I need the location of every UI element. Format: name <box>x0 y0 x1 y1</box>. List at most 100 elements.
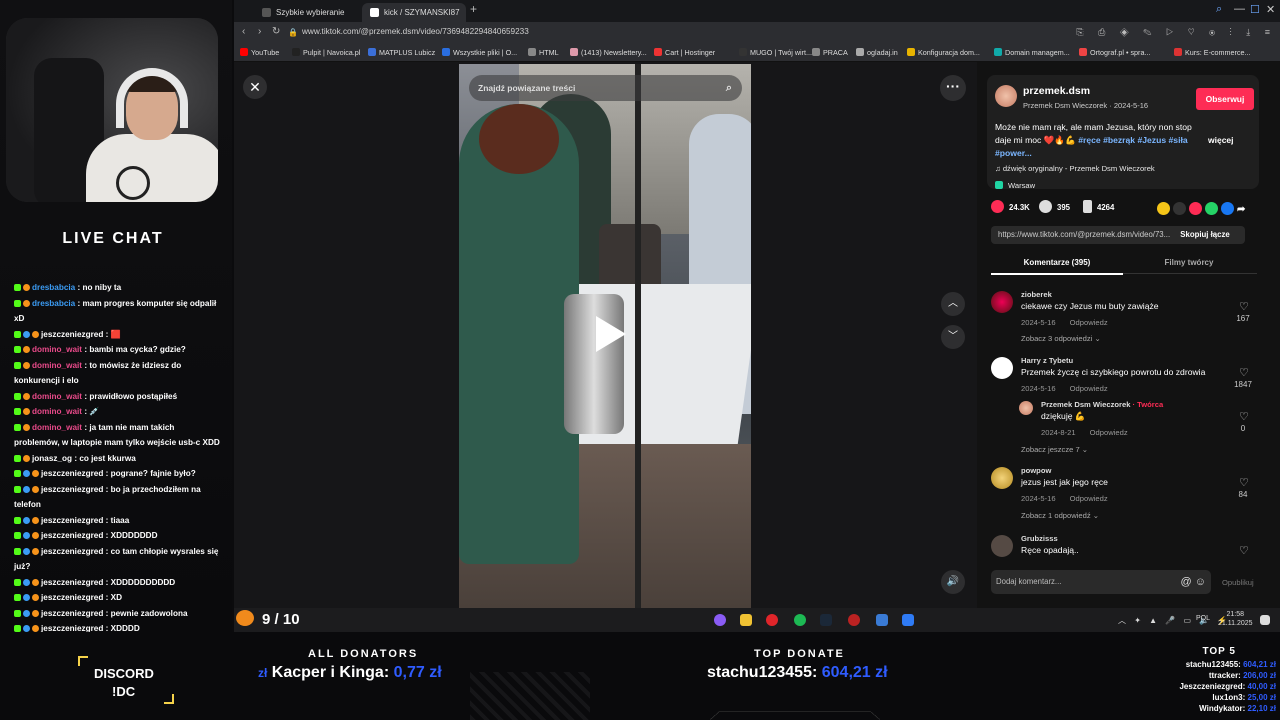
system-tray-icons[interactable]: ︿ ✦ ▲ 🎤 ▭ 🔈 ⚡ <box>1118 615 1230 626</box>
chat-username[interactable]: jeszczeniezgred <box>41 609 103 618</box>
bookmark-item[interactable]: Wszystkie pliki | O... <box>442 48 517 57</box>
comment-stat[interactable]: 395 <box>1039 200 1070 216</box>
bookmark-item[interactable]: ogladaj.in <box>856 48 898 57</box>
reply-link[interactable]: Odpowiedz <box>1070 318 1108 327</box>
author-avatar[interactable] <box>995 85 1017 107</box>
previous-video-button[interactable]: ︿ <box>941 292 965 316</box>
chat-username[interactable]: jeszczeniezgred <box>41 578 103 587</box>
chat-username[interactable]: jonasz_og <box>32 454 72 463</box>
play-icon[interactable] <box>596 316 626 352</box>
avatar[interactable] <box>991 291 1013 313</box>
chat-username[interactable]: jeszczeniezgred <box>41 516 103 525</box>
chat-username[interactable]: dresbabcia <box>32 283 75 292</box>
reply-link[interactable]: Odpowiedz <box>1070 384 1108 393</box>
whatsapp-icon[interactable] <box>1205 202 1218 216</box>
url-field[interactable]: www.tiktok.com/@przemek.dsm/video/736948… <box>302 27 529 36</box>
copy-link-button[interactable]: Skopiuj łącze <box>1167 226 1243 244</box>
coin-icon[interactable] <box>1157 202 1170 216</box>
follow-button[interactable]: Obserwuj <box>1196 88 1254 110</box>
reload-icon[interactable]: ↻ <box>272 26 280 37</box>
bookmark-item[interactable]: MUGO | Twój wirt... <box>739 48 812 57</box>
share-arrow-icon[interactable]: ➦ <box>1237 202 1245 215</box>
search-tabs-icon[interactable]: ⌕ <box>1216 3 1222 16</box>
tab-creator-videos[interactable]: Filmy twórcy <box>1123 258 1255 267</box>
obs-icon[interactable] <box>848 614 860 626</box>
tab-comments[interactable]: Komentarze (395) <box>991 258 1123 267</box>
grid-app-icon[interactable] <box>902 614 914 626</box>
send-icon[interactable] <box>1189 202 1202 216</box>
bookmark-item[interactable]: Cart | Hostinger <box>654 48 715 57</box>
related-search-input[interactable]: Znajdź powiązane treści ⌕ <box>469 75 742 101</box>
next-video-button[interactable]: ﹀ <box>941 325 965 349</box>
forward-icon[interactable]: › <box>258 26 261 37</box>
chat-username[interactable]: jeszczeniezgred <box>41 330 103 339</box>
avatar[interactable] <box>1019 401 1033 415</box>
chat-username[interactable]: domino_wait <box>32 345 82 354</box>
chat-username[interactable]: jeszczeniezgred <box>41 485 103 494</box>
view-replies-link[interactable]: Zobacz 3 odpowiedzi ⌄ <box>1021 334 1101 343</box>
reply-link[interactable]: Odpowiedz <box>1090 428 1128 437</box>
chat-username[interactable]: domino_wait <box>32 407 82 416</box>
mention-emoji-icons[interactable]: @ ☺ <box>1181 570 1206 594</box>
spotify-icon[interactable] <box>794 614 806 626</box>
bookmark-item[interactable]: MATPLUS Lubicz <box>368 48 435 57</box>
chat-username[interactable]: domino_wait <box>32 392 82 401</box>
bookmark-item[interactable]: YouTube <box>240 48 279 57</box>
like-stat[interactable]: 24.3K <box>991 200 1030 216</box>
comment-input[interactable]: Dodaj komentarz... @ ☺ <box>991 570 1211 594</box>
bookmark-item[interactable]: Domain managem... <box>994 48 1070 57</box>
sound-label[interactable]: ♫ dźwięk oryginalny - Przemek Dsm Wieczo… <box>995 164 1155 173</box>
steam-icon[interactable] <box>820 614 832 626</box>
volume-button[interactable]: 🔊 <box>941 570 965 594</box>
chat-username[interactable]: jeszczeniezgred <box>41 593 103 602</box>
post-link-field[interactable]: https://www.tiktok.com/@przemek.dsm/vide… <box>991 226 1245 244</box>
bookmark-item[interactable]: HTML <box>528 48 559 57</box>
more-options-button[interactable]: ··· <box>940 75 966 101</box>
close-video-button[interactable]: ✕ <box>243 75 267 99</box>
bookmark-item[interactable]: Kurs: E-commerce... <box>1174 48 1251 57</box>
maximize-icon[interactable]: ☐ <box>1250 3 1260 16</box>
embed-icon[interactable] <box>1173 202 1186 216</box>
tab-speed-dial[interactable]: Szybkie wybieranie <box>254 3 364 22</box>
bookmark-item[interactable]: Konfiguracja dom... <box>907 48 980 57</box>
share-icons[interactable]: ➦ <box>1157 201 1248 217</box>
language-indicator[interactable]: POL <box>1196 615 1210 622</box>
heart-outline-icon[interactable]: ♡ <box>1239 300 1249 313</box>
app-icon[interactable] <box>876 614 888 626</box>
app-icon[interactable] <box>714 614 726 626</box>
chat-username[interactable]: jeszczeniezgred <box>41 531 103 540</box>
facebook-icon[interactable] <box>1221 202 1234 216</box>
heart-outline-icon[interactable]: ♡ <box>1239 476 1249 489</box>
bookmark-item[interactable]: Pulpit | Navoica.pl <box>292 48 360 57</box>
bookmark-item[interactable]: Ortograf.pl • spra... <box>1079 48 1150 57</box>
chat-username[interactable]: domino_wait <box>32 423 82 432</box>
bookmark-item[interactable]: PRACA <box>812 48 848 57</box>
close-window-icon[interactable]: ✕ <box>1266 3 1275 16</box>
notification-icon[interactable] <box>1260 615 1270 625</box>
chat-username[interactable]: jeszczeniezgred <box>41 547 103 556</box>
save-stat[interactable]: 4264 <box>1083 200 1114 216</box>
chat-username[interactable]: domino_wait <box>32 361 82 370</box>
opera-icon[interactable] <box>766 614 778 626</box>
reply-link[interactable]: Odpowiedz <box>1070 494 1108 503</box>
post-comment-button[interactable]: Opublikuj <box>1222 578 1254 587</box>
avatar[interactable] <box>991 467 1013 489</box>
more-link[interactable]: więcej <box>1208 135 1234 145</box>
heart-outline-icon[interactable]: ♡ <box>1239 410 1249 423</box>
new-tab-button[interactable]: + <box>470 2 477 16</box>
clock[interactable]: 21:58 21.11.2025 <box>1218 610 1253 628</box>
chat-username[interactable]: jeszczeniezgred <box>41 469 103 478</box>
tab-kick[interactable]: kick / SZYMANSKI87 (@ <box>362 3 466 36</box>
chat-username[interactable]: dresbabcia <box>32 299 75 308</box>
location-label[interactable]: Warsaw <box>995 181 1035 190</box>
heart-outline-icon[interactable]: ♡ <box>1239 366 1249 379</box>
back-icon[interactable]: ‹ <box>242 26 245 37</box>
minimize-icon[interactable]: — <box>1234 3 1245 15</box>
folder-icon[interactable] <box>740 614 752 626</box>
avatar[interactable] <box>991 535 1013 557</box>
view-replies-link[interactable]: Zobacz 1 odpowiedź ⌄ <box>1021 511 1099 520</box>
bookmark-item[interactable]: (1413) Newslettery... <box>570 48 647 57</box>
view-more-replies-link[interactable]: Zobacz jeszcze 7 ⌄ <box>1021 445 1088 454</box>
heart-outline-icon[interactable]: ♡ <box>1239 544 1249 557</box>
author-username[interactable]: przemek.dsm <box>1023 85 1090 97</box>
